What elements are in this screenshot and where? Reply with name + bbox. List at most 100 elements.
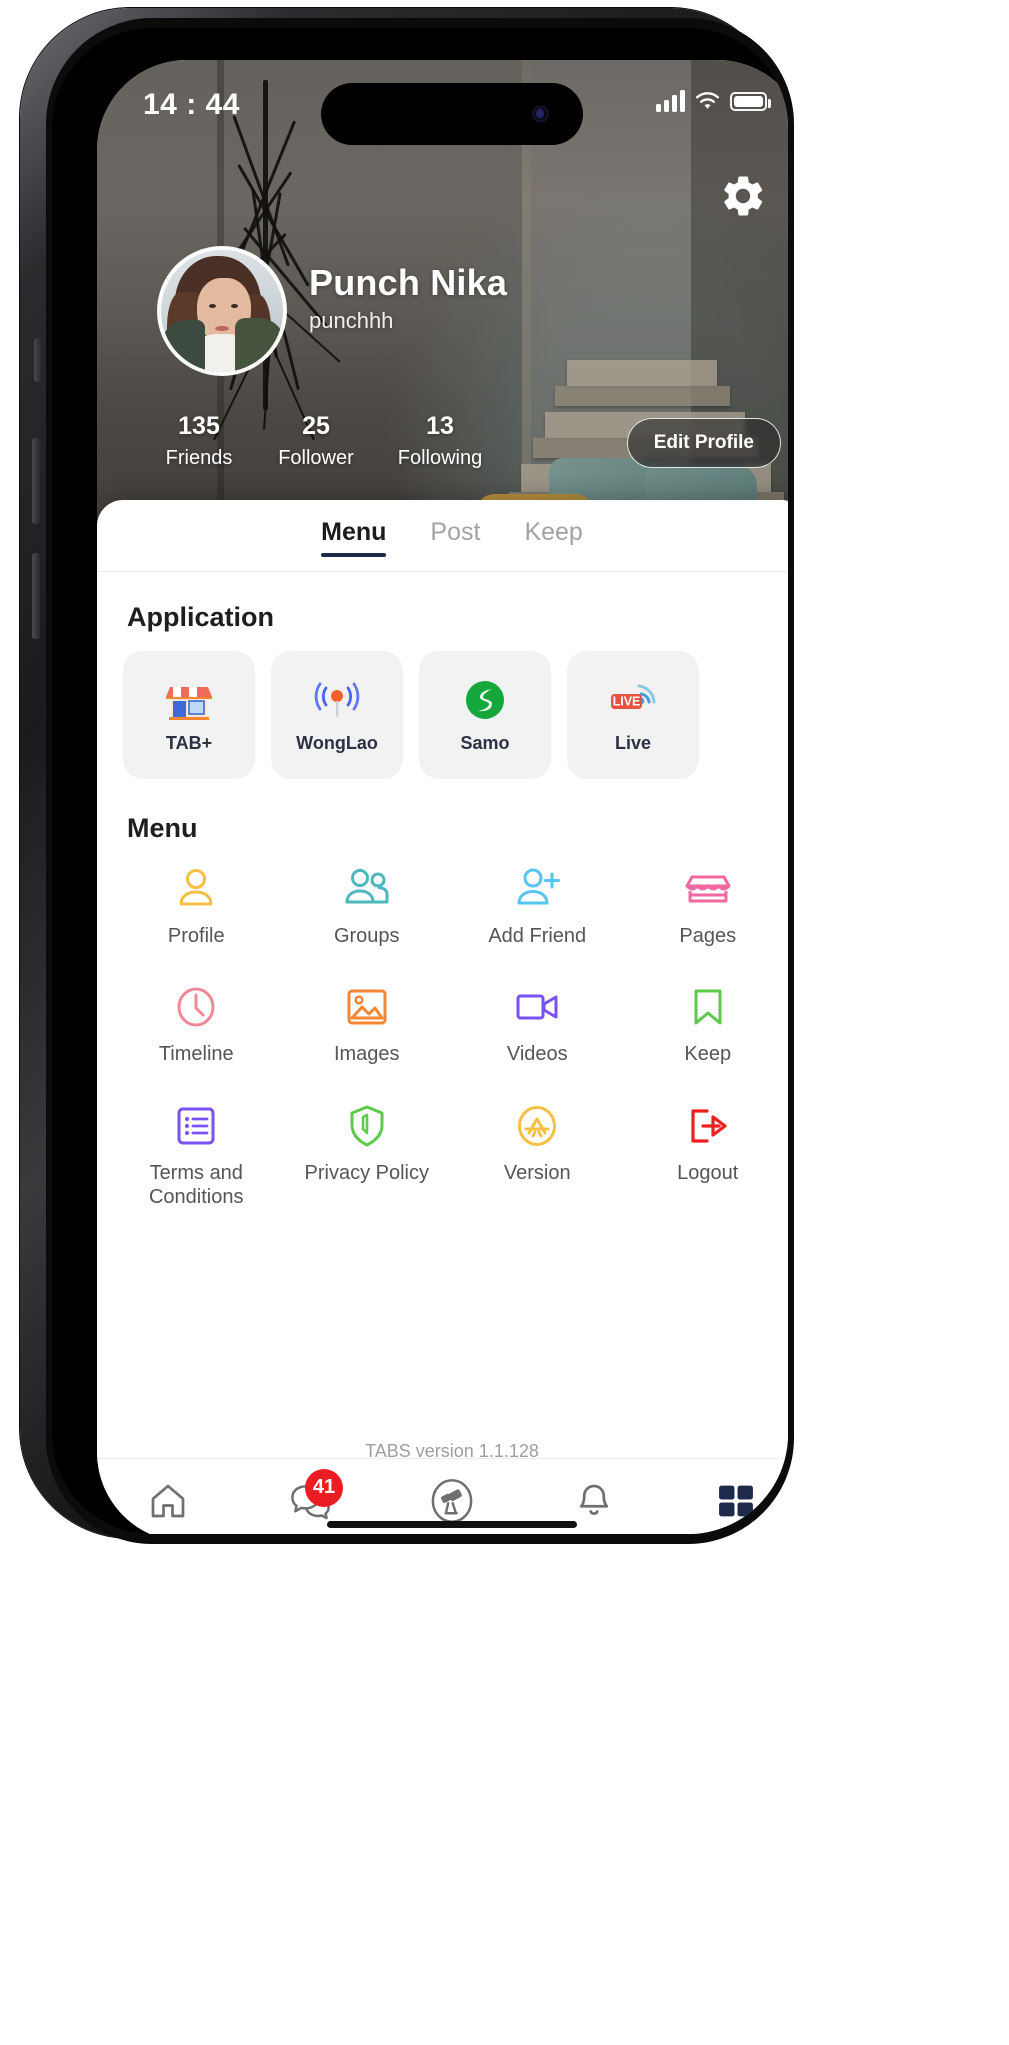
home-icon (151, 1484, 185, 1517)
logout-arrow-icon (683, 1101, 733, 1151)
app-store-icon (512, 1101, 562, 1151)
app-label: WongLao (296, 732, 378, 753)
menu-item-videos[interactable]: Videos (452, 972, 623, 1076)
status-indicators (656, 90, 771, 112)
menu-item-pages[interactable]: Pages (623, 854, 789, 958)
menu-item-terms[interactable]: Terms and Conditions (111, 1091, 282, 1220)
shield-icon (342, 1101, 392, 1151)
app-tile-live[interactable]: LIVE Live (567, 651, 699, 779)
profile-name: Punch Nika (309, 262, 508, 303)
app-tile-wonglao[interactable]: WongLao (271, 651, 403, 779)
menu-item-label: Groups (333, 925, 400, 947)
menu-item-label: Pages (679, 925, 737, 947)
menu-item-version[interactable]: Version (452, 1091, 623, 1220)
menu-item-label: Images (333, 1043, 400, 1066)
settings-button[interactable] (719, 172, 767, 220)
application-section-title: Application (127, 602, 274, 632)
nav-more[interactable] (705, 1475, 767, 1527)
bell-icon (579, 1484, 609, 1515)
discover-telescope-icon (431, 1478, 473, 1523)
user-plus-icon (512, 864, 562, 914)
menu-item-label: Videos (506, 1043, 568, 1066)
grid-squares-icon (719, 1485, 753, 1516)
clock-icon (171, 982, 221, 1032)
menu-item-logout[interactable]: Logout (623, 1091, 789, 1220)
screenshot-root: 14 : 44 Punch Nika punchhh 135 Friends 2… (0, 0, 1009, 2045)
menu-item-groups[interactable]: Groups (282, 854, 453, 958)
store-awning-icon (683, 864, 733, 914)
stat-value: 13 (426, 412, 454, 440)
stat-label: Friends (165, 447, 233, 469)
menu-item-images[interactable]: Images (282, 972, 453, 1076)
menu-item-label: Profile (167, 925, 225, 947)
menu-item-label: Add Friend (488, 925, 587, 947)
status-bar: 14 : 44 (97, 60, 788, 156)
menu-item-label: Timeline (158, 1043, 234, 1066)
cellular-bars-icon (656, 90, 685, 112)
users-group-icon (342, 864, 392, 914)
volume-down-button[interactable] (32, 553, 40, 639)
app-label: Samo (460, 732, 510, 753)
menu-item-privacy[interactable]: Privacy Policy (282, 1091, 453, 1220)
menu-item-label: Terms and Conditions (148, 1161, 244, 1209)
avatar[interactable] (157, 246, 287, 376)
battery-full-icon (730, 91, 771, 111)
profile-stats: 135 Friends 25 Follower 13 Following (143, 412, 503, 470)
stat-value: 135 (178, 412, 220, 440)
video-camera-icon (512, 982, 562, 1032)
status-time: 14 : 44 (143, 88, 240, 121)
menu-item-timeline[interactable]: Timeline (111, 972, 282, 1076)
samo-logo-icon (459, 677, 511, 723)
stat-following[interactable]: 13 Following (377, 412, 503, 470)
stat-label: Follower (278, 447, 354, 469)
app-tile-tabplus[interactable]: TAB+ (123, 651, 255, 779)
volume-up-button[interactable] (32, 438, 40, 524)
nav-discover[interactable] (421, 1475, 483, 1527)
mute-switch[interactable] (34, 338, 41, 382)
bookmark-icon (683, 982, 733, 1032)
phone-screen: 14 : 44 Punch Nika punchhh 135 Friends 2… (97, 60, 788, 1534)
front-camera-icon (532, 105, 549, 123)
svg-text:LIVE: LIVE (613, 694, 641, 708)
menu-item-label: Privacy Policy (304, 1161, 429, 1184)
app-label: TAB+ (165, 732, 213, 753)
nav-chat[interactable]: 41 (279, 1468, 343, 1527)
storefront-icon (163, 677, 215, 723)
dynamic-island (321, 83, 583, 145)
tab-post[interactable]: Post (428, 512, 482, 559)
nav-notifications[interactable] (563, 1475, 625, 1527)
gear-icon (724, 176, 763, 216)
content-sheet: Menu Post Keep Application TAB+ WongLao … (97, 500, 788, 1534)
menu-item-label: Version (503, 1161, 571, 1184)
nav-home[interactable] (137, 1475, 199, 1527)
menu-item-profile[interactable]: Profile (111, 854, 282, 958)
tab-keep[interactable]: Keep (522, 512, 584, 559)
edit-profile-button[interactable]: Edit Profile (626, 418, 781, 468)
chat-badge: 41 (305, 1468, 343, 1507)
user-icon (171, 864, 221, 914)
menu-item-keep[interactable]: Keep (623, 972, 789, 1076)
photo-icon (342, 982, 392, 1032)
broadcast-icon (311, 677, 363, 723)
stat-label: Following (397, 447, 483, 469)
menu-item-label: Keep (684, 1043, 732, 1066)
list-document-icon (171, 1101, 221, 1151)
wifi-icon (695, 91, 720, 109)
stat-follower[interactable]: 25 Follower (255, 412, 377, 470)
phone-frame: 14 : 44 Punch Nika punchhh 135 Friends 2… (20, 8, 794, 1544)
application-tiles: TAB+ WongLao Samo LIVE Live (97, 633, 788, 779)
menu-item-add-friend[interactable]: Add Friend (452, 854, 623, 958)
stat-value: 25 (302, 412, 330, 440)
profile-handle: punchhh (309, 308, 394, 333)
app-label: Live (614, 732, 652, 753)
home-indicator[interactable] (327, 1521, 577, 1528)
stat-friends[interactable]: 135 Friends (143, 412, 255, 470)
menu-item-label: Logout (677, 1161, 739, 1184)
live-broadcast-icon: LIVE (607, 677, 659, 723)
app-tile-samo[interactable]: Samo (419, 651, 551, 779)
menu-grid: Profile Groups Add Friend Pages Timeline… (97, 844, 788, 1220)
phone-bezel: 14 : 44 Punch Nika punchhh 135 Friends 2… (52, 28, 788, 1534)
tab-menu[interactable]: Menu (319, 512, 388, 559)
tab-bar: Menu Post Keep (97, 500, 788, 572)
menu-section-title: Menu (127, 813, 198, 843)
